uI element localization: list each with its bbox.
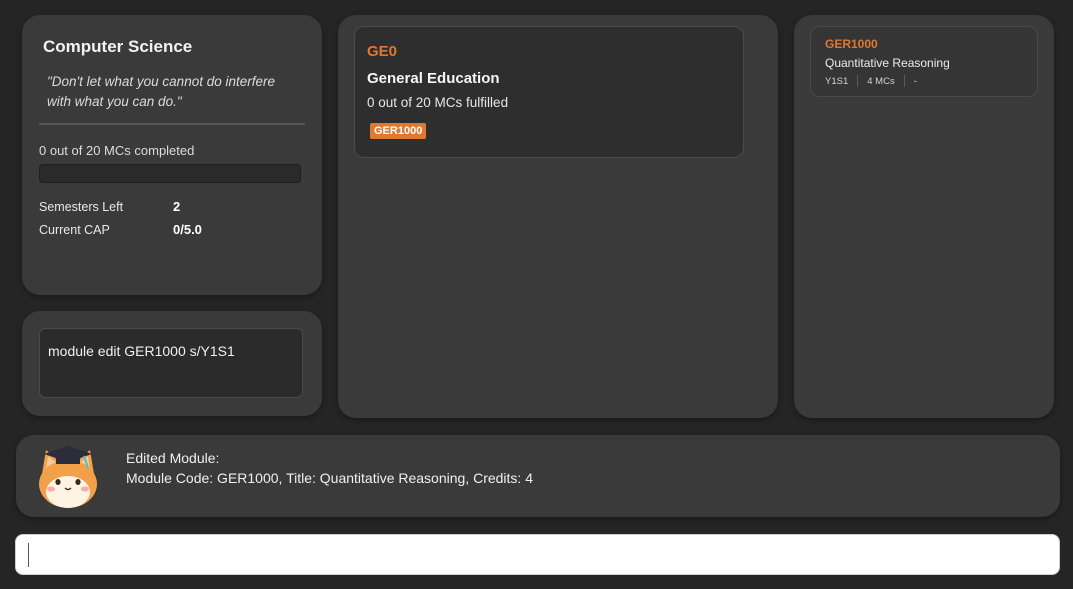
requirements-panel[interactable]: GE0 General Education 0 out of 20 MCs fu… (338, 15, 778, 418)
meta-separator (857, 75, 859, 87)
stat-label-current-cap: Current CAP (39, 223, 110, 237)
module-semester: Y1S1 (825, 75, 849, 87)
motivational-quote: "Don't let what you cannot do interfere … (47, 74, 276, 109)
result-heading: Edited Module: (126, 450, 220, 466)
module-credits: 4 MCs (867, 75, 895, 87)
stat-value-semesters-left: 2 (173, 199, 181, 214)
requirement-code: GE0 (367, 43, 398, 60)
divider (39, 123, 305, 125)
module-grade: - (913, 75, 917, 87)
command-history-panel: module edit GER1000 s/Y1S1 (22, 311, 322, 416)
requirement-mcs: 0 out of 20 MCs fulfilled (367, 95, 509, 110)
meta-separator (903, 75, 905, 87)
command-box[interactable] (15, 534, 1060, 575)
profile-panel: Computer Science "Don't let what you can… (22, 15, 322, 295)
cat-mascot-icon (39, 446, 97, 508)
requirement-name: General Education (367, 70, 500, 87)
module-tag: GER1000 (370, 123, 427, 139)
module-meta: Y1S1 4 MCs - (825, 75, 917, 87)
progress-bar (39, 164, 301, 183)
result-details: Module Code: GER1000, Title: Quantitativ… (126, 470, 533, 486)
stat-label-semesters-left: Semesters Left (39, 200, 124, 214)
last-command-box[interactable]: module edit GER1000 s/Y1S1 (39, 328, 303, 398)
command-input[interactable] (26, 541, 1050, 570)
major-title: Computer Science (43, 37, 193, 56)
requirement-card[interactable]: GE0 General Education 0 out of 20 MCs fu… (354, 26, 744, 158)
stat-value-current-cap: 0/5.0 (173, 222, 202, 237)
progress-text: 0 out of 20 MCs completed (39, 143, 195, 158)
module-card[interactable]: GER1000 Quantitative Reasoning Y1S1 4 MC… (810, 26, 1038, 97)
module-title: Quantitative Reasoning (825, 56, 950, 70)
result-panel: Edited Module: Module Code: GER1000, Tit… (16, 435, 1060, 517)
modules-panel[interactable]: GER1000 Quantitative Reasoning Y1S1 4 MC… (794, 15, 1054, 418)
module-code: GER1000 (825, 37, 878, 51)
